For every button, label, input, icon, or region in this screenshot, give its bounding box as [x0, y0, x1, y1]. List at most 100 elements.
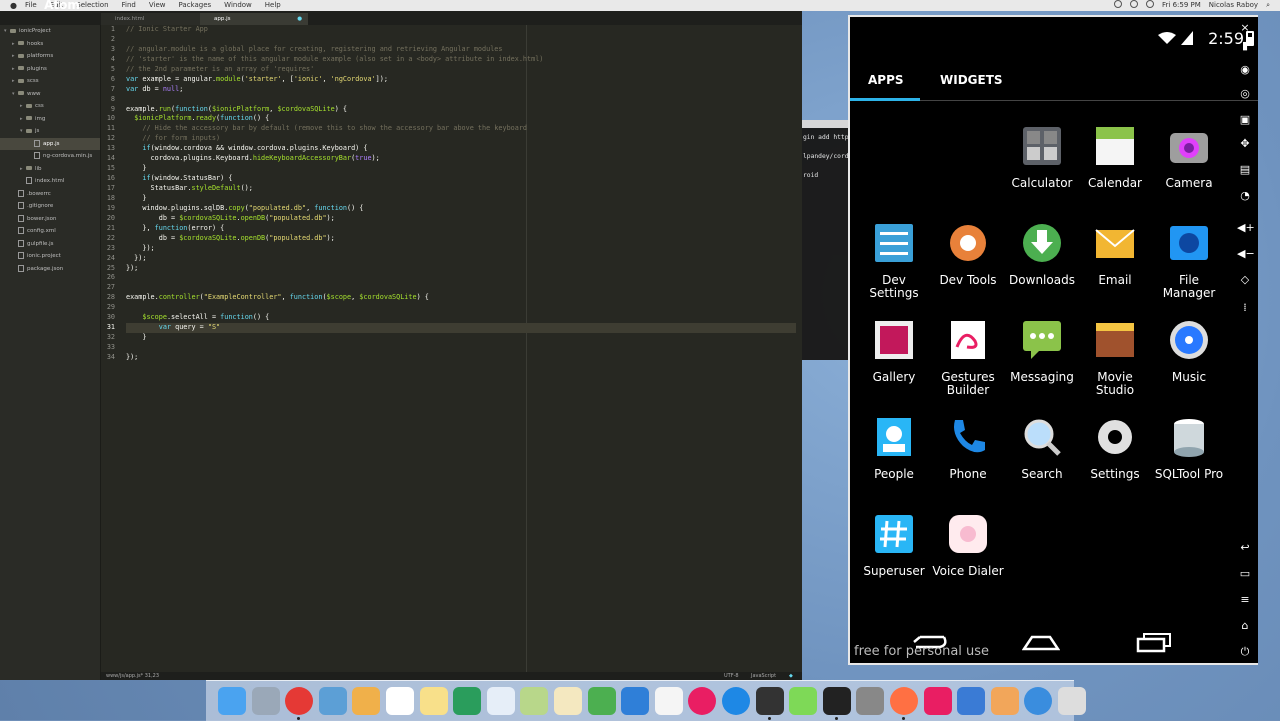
mail-icon[interactable] [486, 687, 515, 715]
tree-file[interactable]: index.html [0, 175, 100, 188]
app-dev-settings[interactable]: Dev Settings [857, 220, 931, 300]
tree-folder[interactable]: ▾ www [0, 88, 100, 101]
code-line[interactable]: }); [126, 244, 796, 254]
code-line[interactable]: }); [126, 353, 796, 363]
rotate-icon[interactable]: ◇ [1237, 274, 1253, 286]
tree-folder[interactable]: ▾ js [0, 125, 100, 138]
grammar-status[interactable]: JavaScript [751, 672, 776, 680]
menu-item-window[interactable]: Window [224, 0, 252, 11]
code-line[interactable] [126, 343, 796, 353]
finder-icon[interactable] [218, 687, 246, 715]
code-line[interactable]: } [126, 164, 796, 174]
code-line[interactable]: var query = "S" [126, 323, 796, 334]
app-calendar[interactable]: Calendar [1078, 123, 1152, 190]
tab-app-js[interactable]: app.js ● [200, 13, 308, 25]
encoding-status[interactable]: UTF-8 [724, 672, 739, 680]
app-calculator[interactable]: Calculator [1005, 123, 1079, 190]
menu-icon[interactable]: ≡ [1237, 594, 1253, 606]
tab-apps[interactable]: APPS [868, 73, 904, 87]
tree-folder[interactable]: ▸ lib [0, 163, 100, 176]
volume-up-icon[interactable]: ◀+ [1237, 222, 1255, 234]
app-people[interactable]: People [857, 414, 931, 481]
app-camera[interactable]: Camera [1152, 123, 1226, 190]
code-line[interactable]: // the 2nd parameter is an array of 'req… [126, 65, 796, 75]
id-icon[interactable]: ▤ [1237, 164, 1253, 176]
tree-file[interactable]: app.js [0, 137, 100, 150]
code-editor[interactable]: 1 2 3 4 5 6 7 8 9 10 11 12 13 14 15 16 17 18 19 20 21 22 23 24 2… [101, 25, 802, 672]
code-line[interactable]: } [126, 194, 796, 204]
maps-icon[interactable] [520, 687, 549, 715]
menu-item-packages[interactable]: Packages [179, 0, 212, 11]
home-icon[interactable] [1022, 631, 1060, 653]
quicktime-icon[interactable] [957, 687, 986, 715]
tree-file[interactable]: ionic.project [0, 250, 100, 263]
code-line[interactable]: // for form inputs) [126, 134, 796, 144]
code-line[interactable]: $scope.selectAll = function() { [126, 313, 796, 323]
apple-menu-icon[interactable]: ● [10, 0, 17, 11]
safari-icon[interactable] [1024, 687, 1053, 715]
gps-icon[interactable]: ◉ [1237, 64, 1253, 76]
code-line[interactable]: example.controller("ExampleController", … [126, 293, 796, 303]
modified-dot-icon[interactable]: ● [297, 13, 302, 25]
app-dev-tools[interactable]: Dev Tools [931, 220, 1005, 287]
code-line[interactable]: db = $cordovaSQLite.openDB("populated.db… [126, 214, 796, 224]
app-gallery[interactable]: Gallery [857, 317, 931, 384]
volume-down-icon[interactable]: ◀− [1237, 248, 1255, 260]
menu-item-find[interactable]: Find [122, 0, 136, 11]
app-movie-studio[interactable]: Movie Studio [1078, 317, 1152, 397]
app-email[interactable]: Email [1078, 220, 1152, 287]
move-icon[interactable]: ✥ [1237, 138, 1253, 150]
tree-folder[interactable]: ▸ hooks [0, 38, 100, 51]
terminal-icon[interactable] [822, 687, 851, 715]
code-lines[interactable]: // Ionic Starter App // angular.module i… [126, 25, 796, 363]
android-icon[interactable] [789, 687, 818, 715]
code-line[interactable]: }); [126, 264, 796, 274]
tree-file[interactable]: package.json [0, 263, 100, 276]
tree-folder[interactable]: ▸ plugins [0, 63, 100, 76]
app-phone[interactable]: Phone [931, 414, 1005, 481]
code-line[interactable]: example.run(function($ionicPlatform, $co… [126, 105, 796, 115]
code-line[interactable]: } [126, 333, 796, 343]
folder-icon[interactable] [352, 687, 381, 715]
preview-icon[interactable] [318, 687, 347, 715]
puzzle-icon[interactable]: ◆ [789, 672, 793, 680]
app-search[interactable]: Search [1005, 414, 1079, 481]
calendar-icon[interactable] [386, 687, 414, 715]
app-settings[interactable]: Settings [1078, 414, 1152, 481]
code-line[interactable]: }, function(error) { [126, 224, 796, 234]
tree-file[interactable]: .bowerrc [0, 188, 100, 201]
app-voice-dialer[interactable]: Voice Dialer [931, 511, 1005, 578]
tab-widgets[interactable]: WIDGETS [940, 73, 1003, 87]
app-gestures-builder[interactable]: Gestures Builder [931, 317, 1005, 397]
app-sqltool-pro[interactable]: SQLTool Pro [1152, 414, 1226, 481]
close-icon[interactable]: × [1237, 22, 1253, 34]
back-icon[interactable]: ↩ [1237, 542, 1253, 554]
code-line[interactable]: // Hide the accessory bar by default (re… [126, 124, 796, 134]
code-line[interactable]: var example = angular.module('starter', … [126, 75, 796, 85]
code-line[interactable]: }); [126, 254, 796, 264]
code-line[interactable]: // Ionic Starter App [126, 25, 796, 35]
photos-icon[interactable] [654, 687, 683, 715]
code-line[interactable]: db = $cordovaSQLite.openDB("populated.db… [126, 234, 796, 244]
recent-apps-icon[interactable] [1136, 631, 1172, 653]
file-path-status[interactable]: www/js/app.js* 31,23 [106, 672, 159, 680]
tree-folder[interactable]: ▸ platforms [0, 50, 100, 63]
tree-folder[interactable]: ▸ scss [0, 75, 100, 88]
notes-icon[interactable] [419, 687, 448, 715]
app-messaging[interactable]: Messaging [1005, 317, 1079, 384]
code-line[interactable]: cordova.plugins.Keyboard.hideKeyboardAcc… [126, 154, 796, 164]
unity-icon[interactable] [755, 687, 784, 715]
flickr-icon[interactable] [923, 687, 952, 715]
keynote-icon[interactable] [621, 687, 650, 715]
tree-file[interactable]: ng-cordova.min.js [0, 150, 100, 163]
code-line[interactable]: if(window.cordova && window.cordova.plug… [126, 144, 796, 154]
numbers-icon[interactable] [587, 687, 616, 715]
battery-control-icon[interactable]: ▮ [1237, 40, 1253, 52]
system-preferences-icon[interactable] [856, 687, 885, 715]
code-line[interactable] [126, 35, 796, 45]
tree-file[interactable]: bower.json [0, 213, 100, 226]
wifi-icon[interactable] [1130, 0, 1138, 8]
app-file-manager[interactable]: File Manager [1152, 220, 1226, 300]
app-store-icon[interactable] [722, 687, 750, 715]
chrome-icon[interactable] [285, 687, 314, 715]
